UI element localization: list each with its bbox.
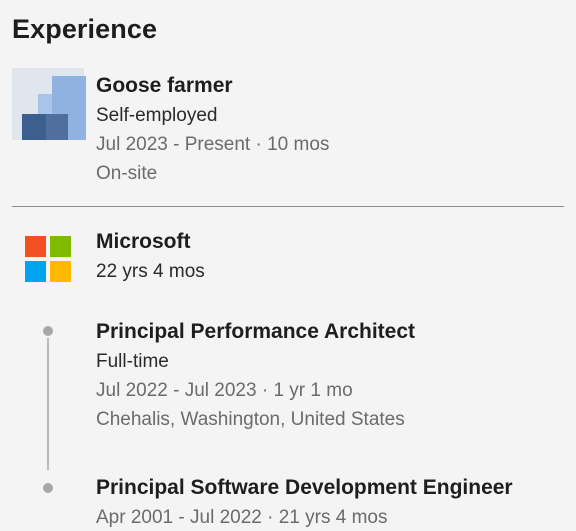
timeline-line xyxy=(47,338,49,470)
employment-type: Self-employed xyxy=(96,105,218,126)
job-dates: Jul 2023 - Present · 10 mos xyxy=(96,134,330,155)
role-title[interactable]: Principal Software Development Engineer xyxy=(96,476,513,500)
divider xyxy=(12,206,564,207)
role-dates: Apr 2001 - Jul 2022 · 21 yrs 4 mos xyxy=(96,507,388,528)
role-title[interactable]: Principal Performance Architect xyxy=(96,320,415,344)
logo-square-blue xyxy=(25,261,46,282)
logo-square-red xyxy=(25,236,46,257)
microsoft-logo-icon[interactable] xyxy=(25,236,71,282)
role-dates: Jul 2022 - Jul 2023 · 1 yr 1 mo xyxy=(96,380,353,401)
company-name[interactable]: Microsoft xyxy=(96,230,191,254)
logo-square-green xyxy=(50,236,71,257)
role-location: Chehalis, Washington, United States xyxy=(96,409,405,430)
job-title[interactable]: Goose farmer xyxy=(96,74,233,98)
timeline-dot xyxy=(43,326,53,336)
generic-company-logo-icon[interactable] xyxy=(12,68,86,140)
experience-section: Experience Goose farmer Self-employed Ju… xyxy=(0,0,576,531)
timeline-dot xyxy=(43,483,53,493)
logo-square-yellow xyxy=(50,261,71,282)
job-location: On-site xyxy=(96,163,158,184)
section-title: Experience xyxy=(12,14,158,44)
role-employment-type: Full-time xyxy=(96,351,169,372)
company-duration: 22 yrs 4 mos xyxy=(96,261,205,282)
